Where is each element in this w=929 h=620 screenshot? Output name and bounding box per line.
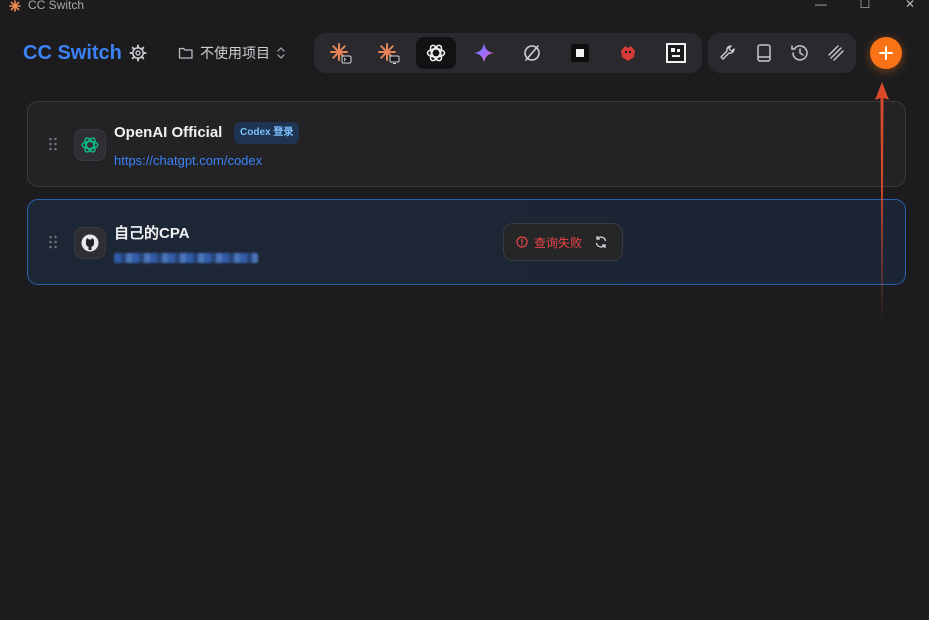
provider-card-selected[interactable]: 自己的CPA 查询失败 [27, 199, 906, 285]
refresh-icon[interactable] [594, 235, 608, 249]
redacted-url [114, 253, 258, 263]
utility-toolbar [708, 33, 856, 73]
project-selector[interactable]: 不使用项目 [178, 42, 286, 64]
provider-name: 自己的CPA [114, 225, 190, 242]
provider-card[interactable]: OpenAI Official Codex 登录 https://chatgpt… [27, 101, 906, 187]
provider-badge: Codex 登录 [234, 122, 300, 144]
gemini-icon [474, 43, 494, 63]
add-provider-button[interactable] [870, 37, 902, 69]
folder-icon [178, 47, 193, 59]
close-button[interactable]: ✕ [900, 0, 920, 12]
provider-avatar [74, 227, 106, 259]
chevron-up-down-icon [277, 47, 285, 59]
title-bar: CC Switch — ☐ ✕ [0, 0, 929, 14]
history-icon[interactable] [788, 41, 812, 65]
plus-icon [879, 46, 893, 60]
opencode-icon [524, 45, 540, 61]
provider-name: OpenAI Official [114, 124, 223, 141]
tool-opencode[interactable] [512, 37, 552, 69]
tool-claude-code[interactable] [320, 37, 360, 69]
square-icon [571, 44, 589, 62]
tool-openai[interactable] [416, 37, 456, 69]
pixel-avatar-icon [666, 43, 686, 63]
tool-red-bird[interactable] [608, 37, 648, 69]
query-status: 查询失败 [503, 223, 623, 261]
tool-switcher [314, 33, 702, 73]
github-icon [81, 234, 99, 252]
book-icon[interactable] [752, 41, 776, 65]
tool-pixel-avatar[interactable] [656, 37, 696, 69]
project-label: 不使用项目 [200, 45, 270, 61]
wrench-icon[interactable] [716, 41, 740, 65]
tool-gemini[interactable] [464, 37, 504, 69]
tool-square[interactable] [560, 37, 600, 69]
app-logo-icon [9, 0, 21, 12]
tool-claude-desktop[interactable] [368, 37, 408, 69]
claude-code-icon [330, 43, 352, 64]
provider-url-link[interactable]: https://chatgpt.com/codex [114, 153, 262, 168]
minimize-button[interactable]: — [811, 0, 831, 12]
settings-gear-icon[interactable] [128, 43, 148, 63]
window-title: CC Switch [28, 0, 85, 12]
drag-handle-icon[interactable] [48, 137, 58, 151]
red-bird-icon [621, 46, 635, 61]
status-text: 查询失败 [534, 235, 583, 250]
claude-desktop-icon [378, 43, 400, 64]
maximize-button[interactable]: ☐ [855, 0, 875, 12]
openai-icon [81, 137, 99, 153]
drag-handle-icon[interactable] [48, 235, 58, 249]
provider-avatar [74, 129, 106, 161]
app-header: CC Switch 不使用项目 [0, 22, 929, 84]
alert-circle-icon [516, 236, 528, 248]
brand-title: CC Switch [23, 42, 122, 64]
openai-icon [426, 44, 446, 62]
stack-icon[interactable] [824, 41, 848, 65]
